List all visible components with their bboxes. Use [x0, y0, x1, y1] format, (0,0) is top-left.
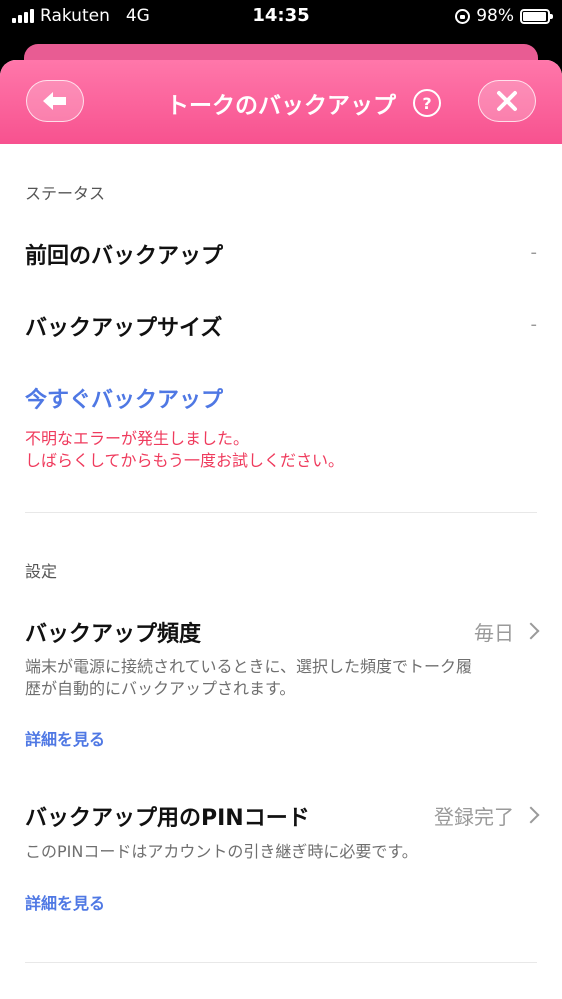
close-icon: [497, 91, 517, 111]
backup-size-label: バックアップサイズ: [25, 316, 223, 341]
status-right: 98%: [455, 6, 553, 26]
divider: [25, 512, 537, 513]
frequency-detail-link[interactable]: 詳細を見る: [25, 726, 105, 750]
backup-sheet: トークのバックアップ ? ステータス 前回のバックアップ - バックアップサイズ…: [0, 60, 562, 999]
settings-section-label: 設定: [25, 562, 58, 581]
divider: [25, 962, 537, 963]
frequency-desc-line-1: 端末が電源に接続されているときに、選択した頻度でトーク履: [25, 657, 473, 676]
error-message: 不明なエラーが発生しました。 しばらくしてからもう一度お試しください。: [25, 428, 344, 472]
pin-code-value: 登録完了: [434, 805, 514, 829]
backup-frequency-description: 端末が電源に接続されているときに、選択した頻度でトーク履 歴が自動的にバックアッ…: [25, 656, 535, 700]
chevron-right-icon: [522, 806, 540, 824]
backup-now-button[interactable]: 今すぐバックアップ: [25, 382, 223, 414]
error-line-1: 不明なエラーが発生しました。: [25, 429, 250, 448]
backup-frequency-label: バックアップ頻度: [25, 622, 202, 647]
help-button[interactable]: ?: [413, 89, 441, 117]
battery-icon: [520, 8, 553, 24]
header-bar: トークのバックアップ ?: [0, 60, 562, 144]
frequency-desc-line-2: 歴が自動的にバックアップされます。: [25, 679, 296, 698]
rotation-lock-icon: [455, 8, 471, 24]
pin-code-label: バックアップ用のPINコード: [25, 806, 310, 831]
pin-detail-link[interactable]: 詳細を見る: [25, 890, 105, 914]
battery-percent: 98%: [476, 6, 514, 26]
last-backup-value: -: [530, 242, 538, 263]
chevron-right-icon: [522, 622, 540, 640]
error-line-2: しばらくしてからもう一度お試しください。: [25, 451, 345, 470]
status-bar: Rakuten 4G 14:35 98%: [0, 0, 562, 34]
backup-frequency-value: 毎日: [474, 621, 514, 645]
pin-code-description: このPINコードはアカウントの引き継ぎ時に必要です。: [25, 842, 418, 861]
last-backup-label: 前回のバックアップ: [25, 244, 224, 269]
close-button[interactable]: [478, 80, 536, 122]
backup-size-value: -: [530, 314, 538, 335]
status-section-label: ステータス: [25, 184, 106, 203]
